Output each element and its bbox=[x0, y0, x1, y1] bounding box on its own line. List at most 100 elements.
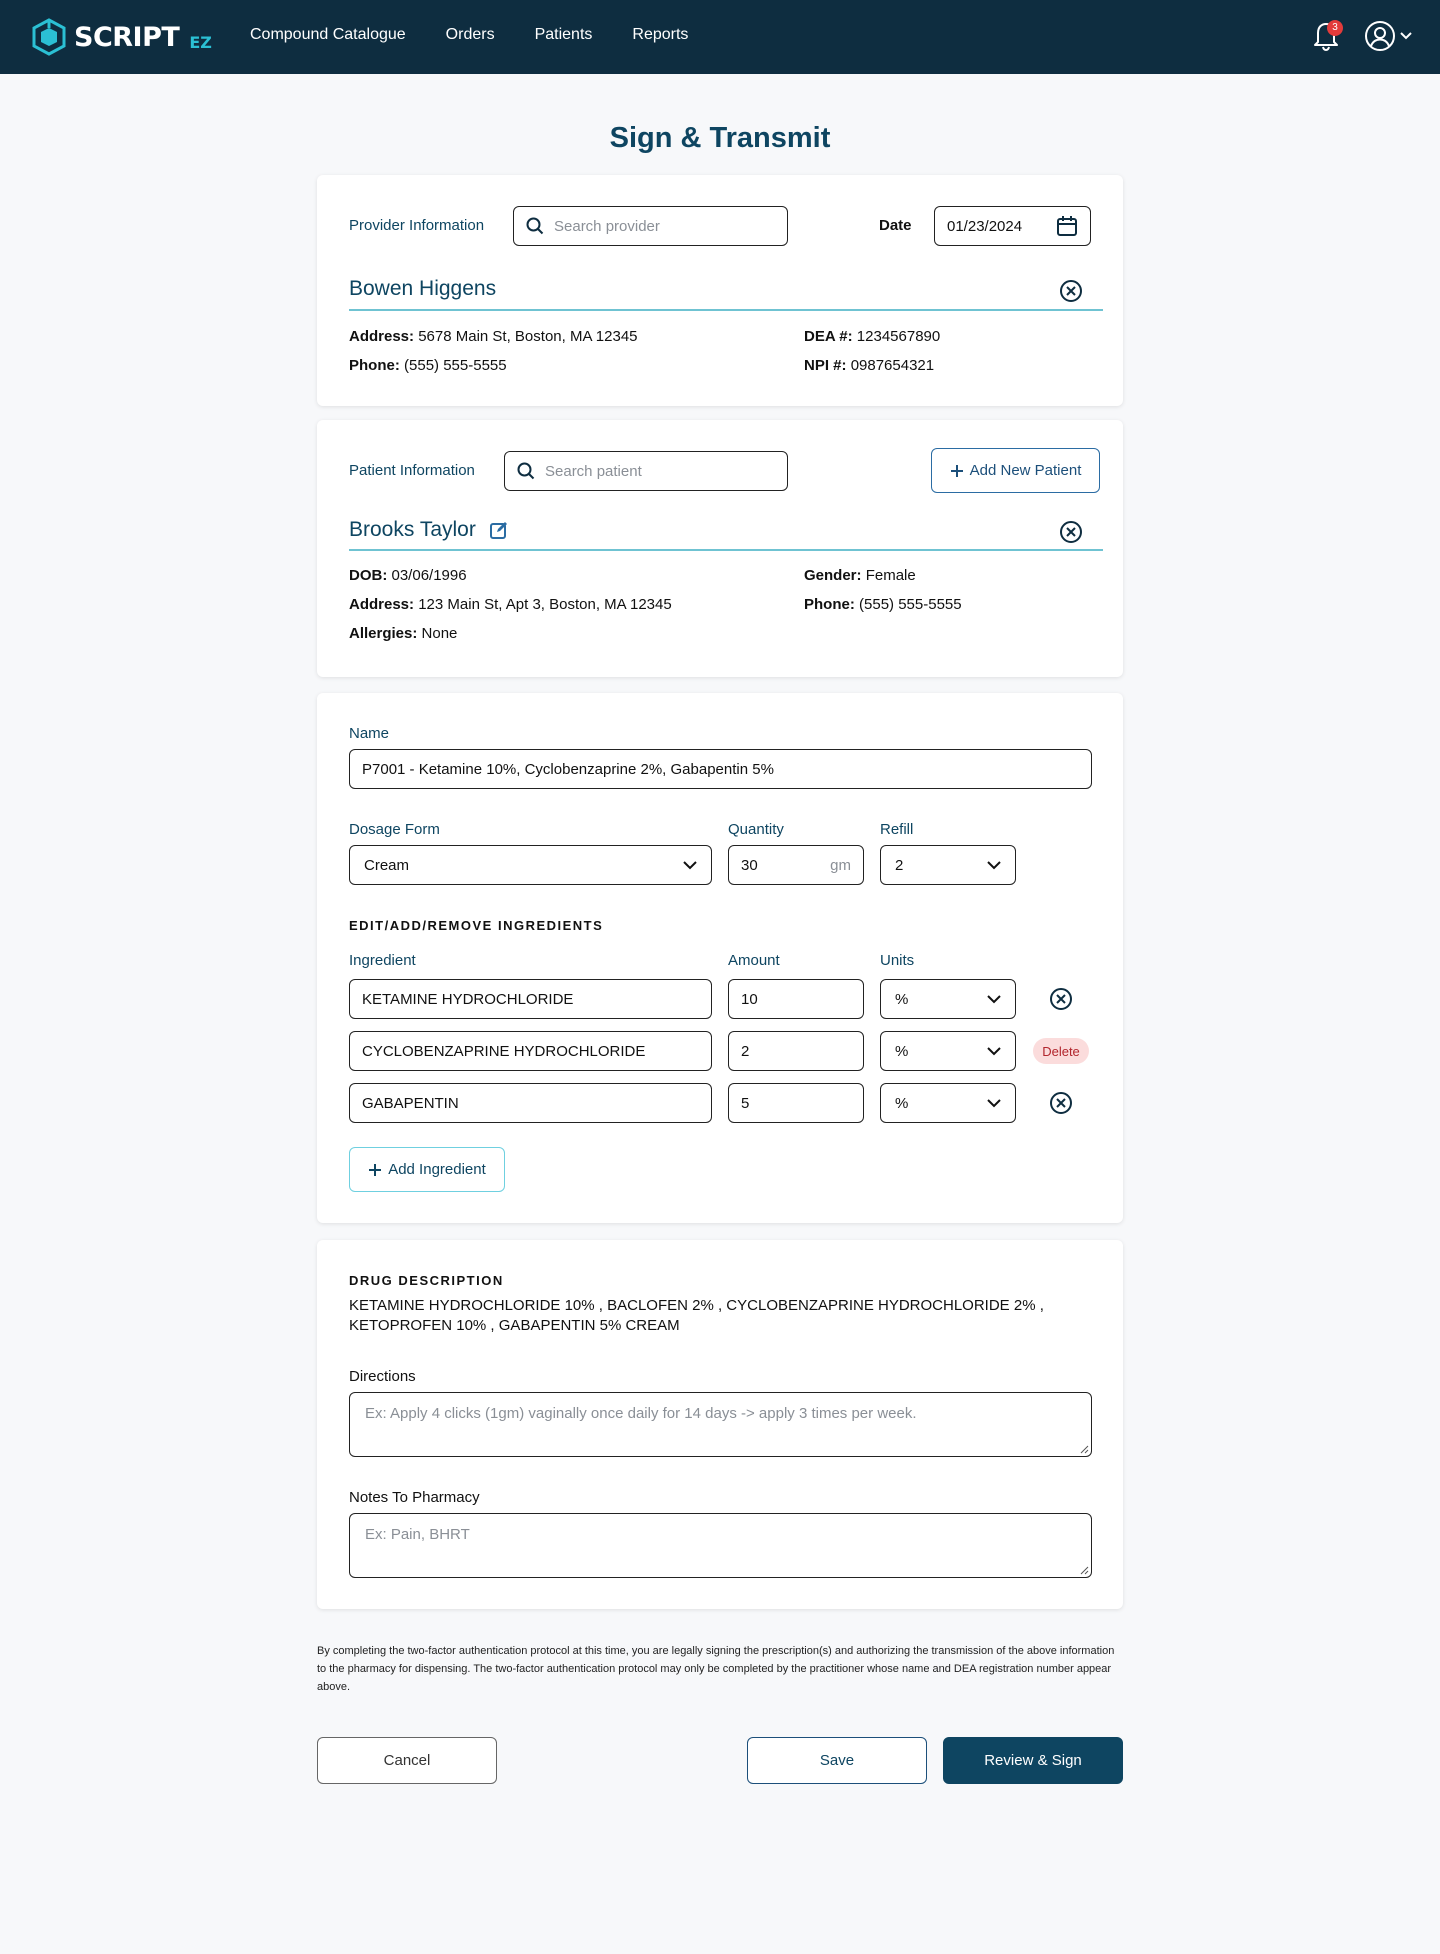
patient-search-input[interactable]: Search patient bbox=[504, 451, 788, 491]
provider-npi: NPI #: 0987654321 bbox=[804, 357, 935, 374]
compound-name-input[interactable]: P7001 - Ketamine 10%, Cyclobenzaprine 2%… bbox=[349, 749, 1092, 789]
plus-icon bbox=[950, 464, 963, 477]
remove-ingredient-icon[interactable] bbox=[1049, 987, 1073, 1011]
compound-name-label: Name bbox=[349, 725, 390, 742]
patient-search-placeholder: Search patient bbox=[545, 462, 642, 480]
drug-description-line: KETOPROFEN 10% , GABAPENTIN 5% CREAM bbox=[349, 1317, 680, 1334]
ingredient-name-input[interactable]: KETAMINE HYDROCHLORIDE bbox=[349, 979, 712, 1019]
description-card: DRUG DESCRIPTION KETAMINE HYDROCHLORIDE … bbox=[317, 1240, 1123, 1609]
ingredient-units-select[interactable]: % bbox=[880, 1031, 1016, 1071]
directions-textarea[interactable]: Ex: Apply 4 clicks (1gm) vaginally once … bbox=[349, 1392, 1092, 1457]
refill-label: Refill bbox=[880, 821, 914, 838]
date-input[interactable]: 01/23/2024 bbox=[934, 206, 1091, 246]
nav-reports[interactable]: Reports bbox=[632, 26, 688, 44]
add-ingredient-button[interactable]: Add Ingredient bbox=[349, 1147, 505, 1192]
drug-description-line: KETAMINE HYDROCHLORIDE 10% , BACLOFEN 2%… bbox=[349, 1297, 1044, 1314]
refill-select[interactable]: 2 bbox=[880, 845, 1016, 885]
refill-value: 2 bbox=[895, 856, 904, 874]
save-button[interactable]: Save bbox=[747, 1737, 927, 1784]
search-icon bbox=[526, 217, 544, 235]
plus-icon bbox=[369, 1163, 382, 1176]
provider-address: Address: 5678 Main St, Boston, MA 12345 bbox=[349, 328, 638, 345]
remove-ingredient-icon[interactable] bbox=[1049, 1091, 1073, 1115]
close-circle-icon[interactable] bbox=[1059, 279, 1083, 303]
user-menu[interactable] bbox=[1364, 20, 1414, 52]
patient-section-label: Patient Information bbox=[349, 462, 475, 479]
logo-subtext: EZ bbox=[189, 32, 212, 52]
add-ingredient-label: Add Ingredient bbox=[388, 1161, 486, 1178]
dosage-form-value: Cream bbox=[364, 856, 410, 874]
provider-dea: DEA #: 1234567890 bbox=[804, 328, 941, 345]
notes-label: Notes To Pharmacy bbox=[349, 1489, 480, 1506]
provider-divider bbox=[349, 309, 1103, 311]
add-new-patient-label: Add New Patient bbox=[969, 462, 1082, 479]
ingredient-name-value: GABAPENTIN bbox=[362, 1094, 459, 1112]
review-sign-button[interactable]: Review & Sign bbox=[943, 1737, 1123, 1784]
close-circle-icon[interactable] bbox=[1059, 520, 1083, 544]
notification-badge: 3 bbox=[1327, 20, 1343, 36]
ingredient-amount-value: 5 bbox=[741, 1094, 750, 1112]
dosage-form-select[interactable]: Cream bbox=[349, 845, 712, 885]
notes-placeholder: Ex: Pain, BHRT bbox=[365, 1526, 470, 1543]
compound-name-value: P7001 - Ketamine 10%, Cyclobenzaprine 2%… bbox=[362, 760, 774, 778]
quantity-input[interactable]: 30 gm bbox=[728, 845, 864, 885]
nav-orders[interactable]: Orders bbox=[446, 26, 495, 44]
ingredient-name-input[interactable]: CYCLOBENZAPRINE HYDROCHLORIDE bbox=[349, 1031, 712, 1071]
dosage-form-label: Dosage Form bbox=[349, 821, 440, 838]
patient-gender: Gender: Female bbox=[804, 567, 916, 584]
edit-icon[interactable] bbox=[489, 520, 509, 540]
directions-label: Directions bbox=[349, 1368, 416, 1385]
resize-handle-icon[interactable] bbox=[1079, 1444, 1089, 1454]
patient-dob: DOB: 03/06/1996 bbox=[349, 567, 467, 584]
user-circle-icon bbox=[1365, 21, 1395, 51]
logo-icon bbox=[32, 18, 66, 56]
search-icon bbox=[517, 462, 535, 480]
patient-name: Brooks Taylor bbox=[349, 518, 476, 541]
calendar-icon[interactable] bbox=[1056, 215, 1078, 237]
page-title: Sign & Transmit bbox=[609, 122, 831, 154]
drug-description-heading: DRUG DESCRIPTION bbox=[349, 1273, 504, 1288]
chevron-down-icon bbox=[985, 990, 1003, 1008]
nav-patients[interactable]: Patients bbox=[535, 26, 593, 44]
ingredient-name-value: KETAMINE HYDROCHLORIDE bbox=[362, 990, 574, 1008]
legal-disclaimer: By completing the two-factor authenticat… bbox=[317, 1645, 1115, 1693]
compound-card: Name P7001 - Ketamine 10%, Cyclobenzapri… bbox=[317, 693, 1123, 1223]
provider-card: Provider Information Search provider Dat… bbox=[317, 175, 1123, 406]
directions-placeholder: Ex: Apply 4 clicks (1gm) vaginally once … bbox=[365, 1405, 917, 1422]
ingredient-units-value: % bbox=[895, 1094, 909, 1112]
ingredient-units-value: % bbox=[895, 1042, 909, 1060]
notes-textarea[interactable]: Ex: Pain, BHRT bbox=[349, 1513, 1092, 1578]
cancel-button[interactable]: Cancel bbox=[317, 1737, 497, 1784]
top-navigation-bar: SCRIPT EZ Compound Catalogue Orders Patie… bbox=[0, 0, 1440, 74]
quantity-unit: gm bbox=[830, 856, 851, 874]
date-value: 01/23/2024 bbox=[947, 217, 1023, 235]
provider-search-input[interactable]: Search provider bbox=[513, 206, 788, 246]
col-units-label: Units bbox=[880, 952, 915, 969]
ingredient-units-select[interactable]: % bbox=[880, 979, 1016, 1019]
date-label: Date bbox=[879, 217, 912, 234]
ingredient-amount-input[interactable]: 5 bbox=[728, 1083, 864, 1123]
provider-search-placeholder: Search provider bbox=[554, 217, 660, 235]
resize-handle-icon[interactable] bbox=[1079, 1565, 1089, 1575]
provider-section-label: Provider Information bbox=[349, 217, 485, 234]
chevron-down-icon bbox=[985, 1094, 1003, 1112]
patient-allergies: Allergies: None bbox=[349, 625, 458, 642]
delete-ingredient-button[interactable]: Delete bbox=[1033, 1038, 1089, 1064]
drug-description-text: KETAMINE HYDROCHLORIDE 10% , BACLOFEN 2%… bbox=[349, 1296, 1044, 1336]
chevron-down-icon bbox=[985, 856, 1003, 874]
main-nav: Compound Catalogue Orders Patients Repor… bbox=[250, 26, 688, 44]
ingredient-name-value: CYCLOBENZAPRINE HYDROCHLORIDE bbox=[362, 1042, 646, 1060]
ingredient-name-input[interactable]: GABAPENTIN bbox=[349, 1083, 712, 1123]
patient-address: Address: 123 Main St, Apt 3, Boston, MA … bbox=[349, 596, 672, 613]
logo[interactable]: SCRIPT EZ bbox=[32, 18, 212, 56]
ingredient-amount-input[interactable]: 2 bbox=[728, 1031, 864, 1071]
provider-name: Bowen Higgens bbox=[349, 277, 497, 300]
ingredient-units-select[interactable]: % bbox=[880, 1083, 1016, 1123]
ingredient-amount-input[interactable]: 10 bbox=[728, 979, 864, 1019]
chevron-down-icon bbox=[1400, 32, 1412, 40]
patient-card: Patient Information Search patient Add N… bbox=[317, 420, 1123, 677]
add-new-patient-button[interactable]: Add New Patient bbox=[931, 448, 1100, 493]
ingredient-amount-value: 2 bbox=[741, 1042, 750, 1060]
nav-compound-catalogue[interactable]: Compound Catalogue bbox=[250, 26, 406, 44]
patient-phone: Phone: (555) 555-5555 bbox=[804, 596, 962, 613]
